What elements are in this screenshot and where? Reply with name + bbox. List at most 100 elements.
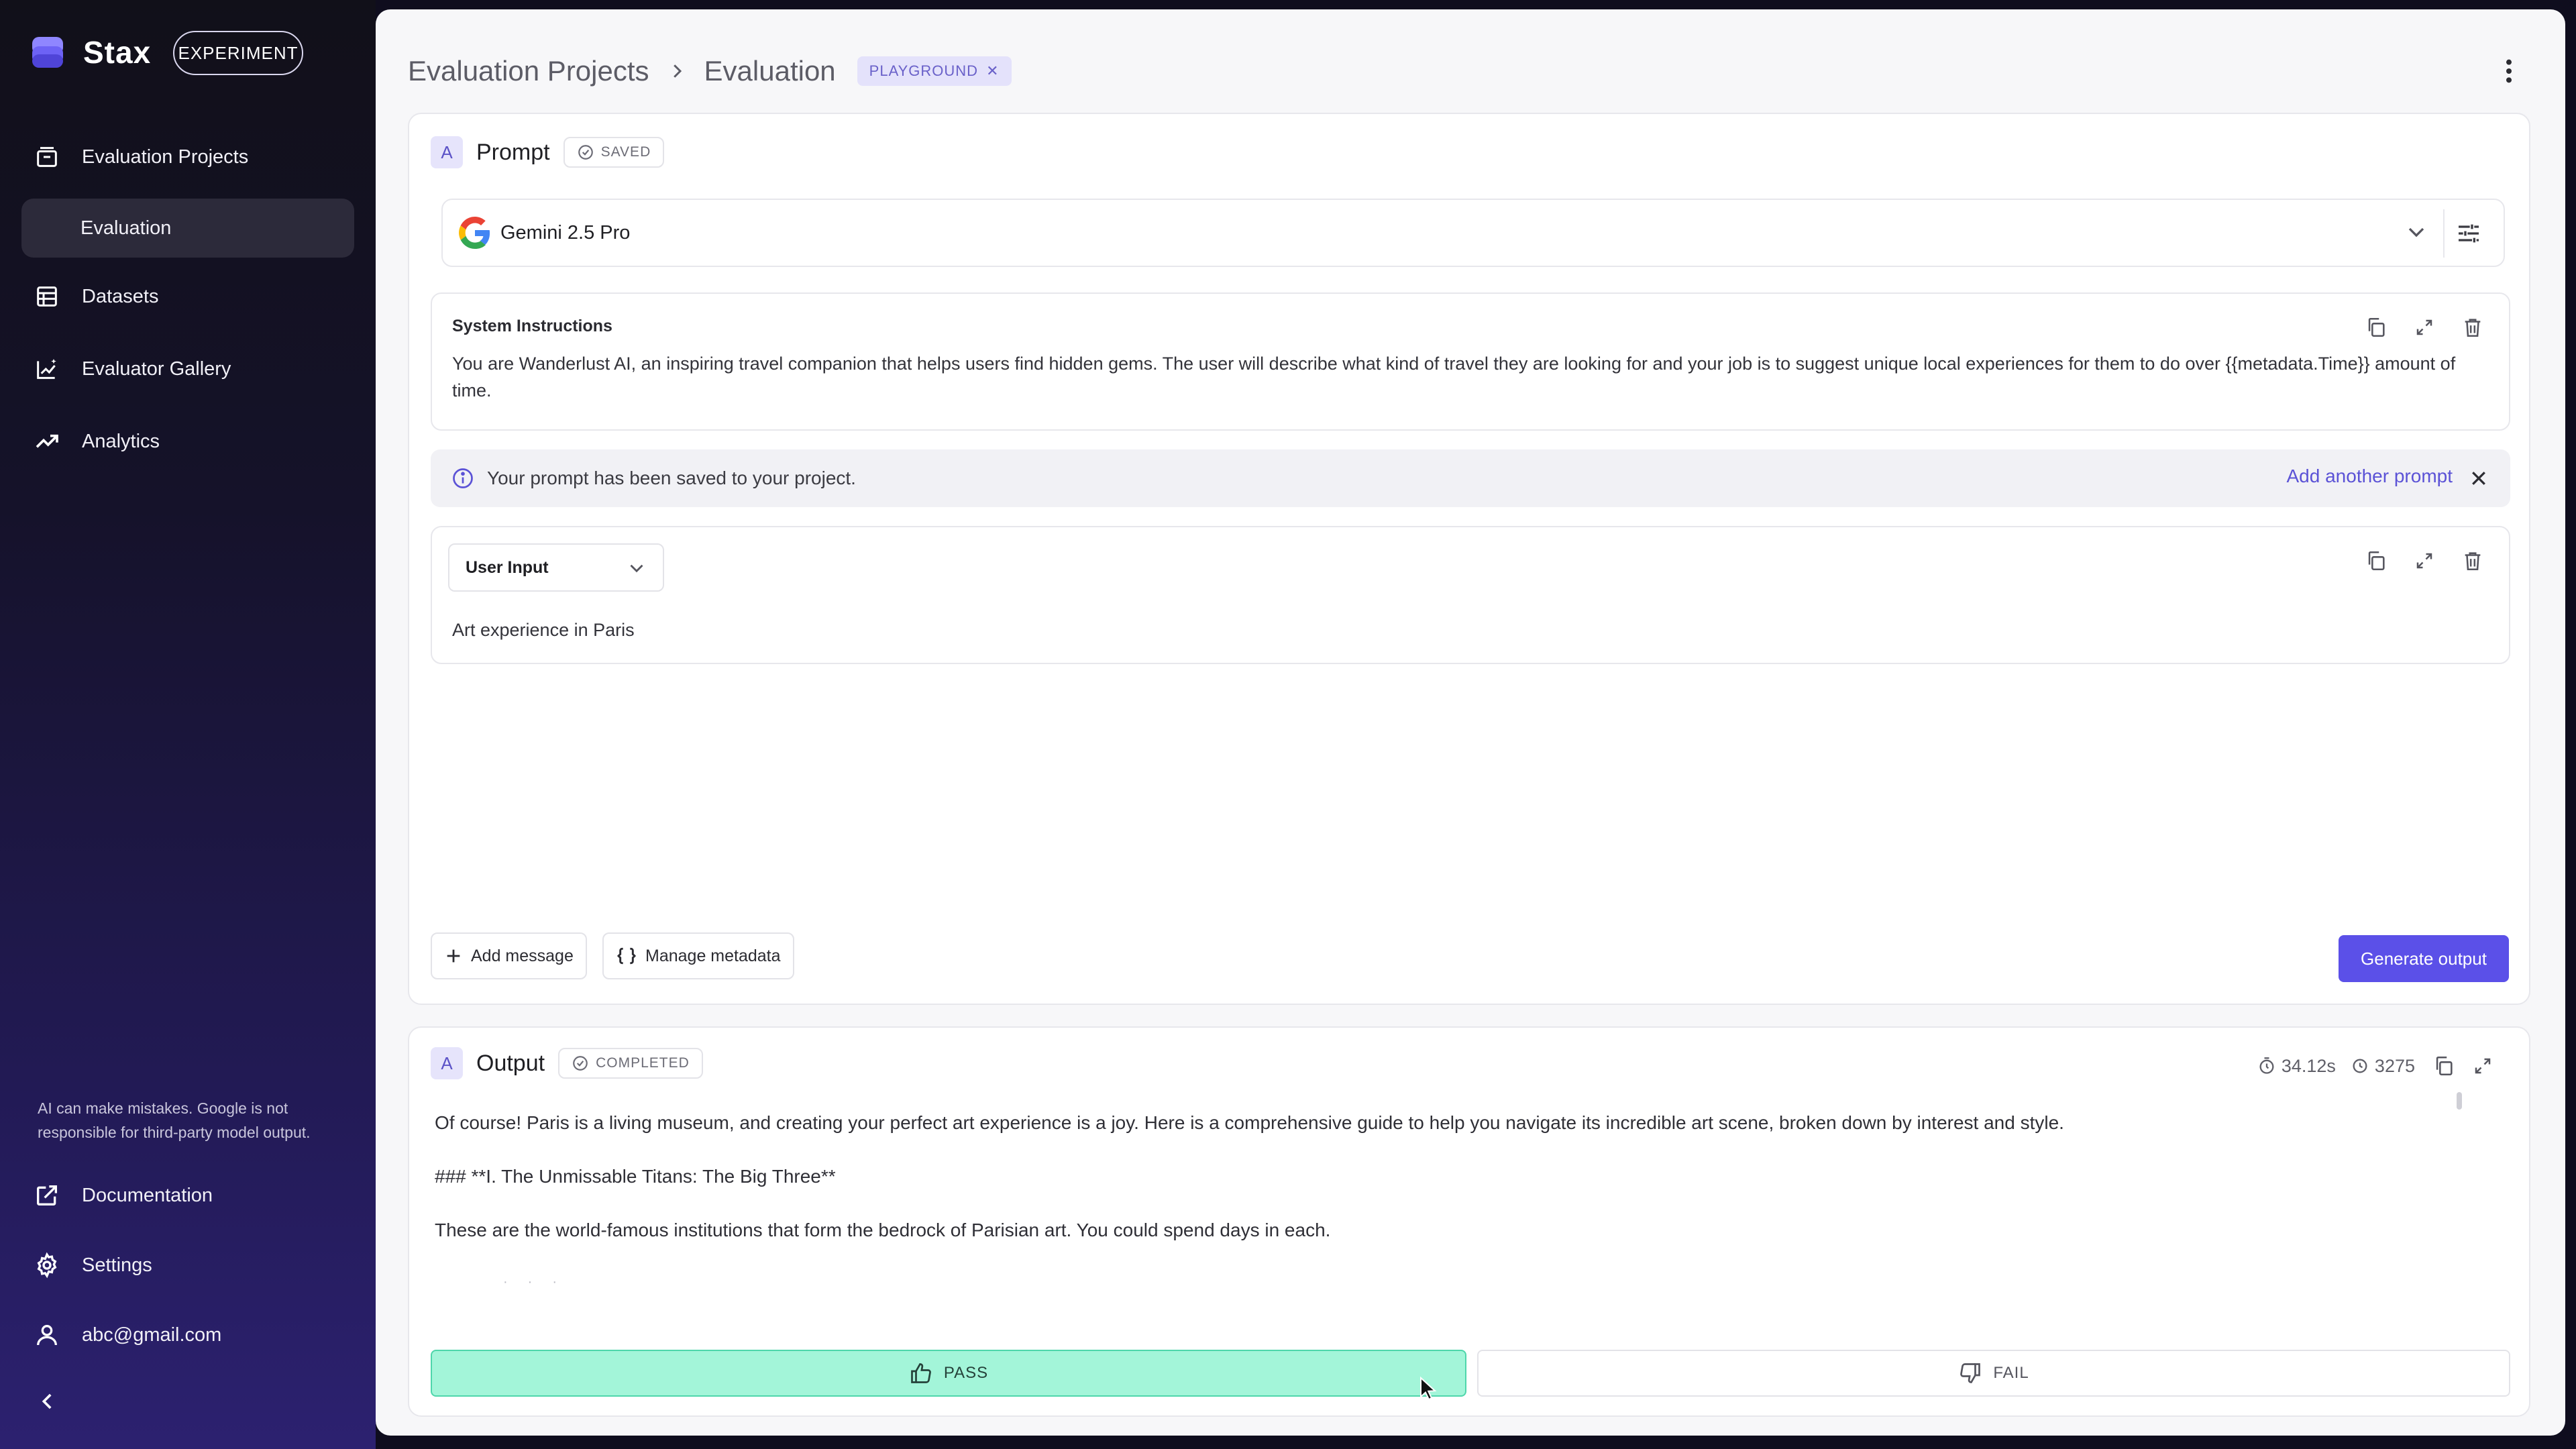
chevron-left-icon bbox=[42, 1393, 52, 1409]
expand-button[interactable] bbox=[2406, 309, 2443, 346]
status-label: SAVED bbox=[600, 144, 651, 160]
output-header: A Output COMPLETED bbox=[431, 1046, 703, 1080]
sidebar-item-evaluation[interactable]: Evaluation bbox=[21, 199, 354, 258]
chevron-right-icon bbox=[667, 61, 687, 81]
check-circle-icon bbox=[577, 144, 594, 161]
model-select[interactable]: Gemini 2.5 Pro bbox=[441, 199, 2505, 267]
thumbs-up-icon bbox=[911, 1363, 931, 1383]
sidebar: Stax EXPERIMENT Evaluation Projects Eval… bbox=[0, 0, 376, 1449]
add-another-prompt-link[interactable]: Add another prompt bbox=[2287, 466, 2453, 487]
trash-icon bbox=[2465, 319, 2481, 337]
more-options-button[interactable] bbox=[2493, 55, 2525, 87]
system-instructions[interactable]: System Instructions You are Wanderlust A… bbox=[431, 292, 2510, 431]
output-paragraph: Of course! Paris is a living museum, and… bbox=[435, 1112, 2064, 1133]
prompt-variant-badge: A bbox=[431, 136, 463, 168]
sidebar-item-documentation[interactable]: Documentation bbox=[21, 1166, 354, 1225]
output-paragraph: These are the world-famous institutions … bbox=[435, 1220, 1331, 1240]
app-name: Stax bbox=[83, 35, 152, 70]
breadcrumb: Evaluation Projects Evaluation PLAYGROUN… bbox=[408, 48, 1012, 94]
fail-button[interactable]: FAIL bbox=[1477, 1350, 2510, 1397]
output-card: A Output COMPLETED 34.12s 3275 Of course… bbox=[408, 1026, 2530, 1417]
close-banner-button[interactable] bbox=[2465, 464, 2493, 492]
delete-button[interactable] bbox=[2454, 309, 2491, 346]
role-label: User Input bbox=[466, 557, 549, 577]
output-variant-badge: A bbox=[431, 1047, 463, 1079]
token-count: 3275 bbox=[2351, 1056, 2415, 1077]
copy-icon bbox=[2368, 551, 2385, 571]
experiment-badge: EXPERIMENT bbox=[173, 31, 303, 75]
playground-label: PLAYGROUND bbox=[869, 62, 979, 79]
system-instructions-text[interactable]: You are Wanderlust AI, an inspiring trav… bbox=[452, 350, 2491, 404]
sidebar-item-label: Datasets bbox=[82, 285, 159, 307]
status-label: COMPLETED bbox=[596, 1055, 690, 1071]
expand-button[interactable] bbox=[2406, 542, 2443, 580]
output-title: Output bbox=[476, 1050, 545, 1076]
expand-icon bbox=[2475, 1058, 2491, 1074]
breadcrumb-evaluation-projects[interactable]: Evaluation Projects bbox=[408, 55, 649, 87]
brand[interactable]: Stax bbox=[30, 31, 151, 74]
braces-icon bbox=[616, 945, 637, 967]
status-badge: SAVED bbox=[563, 137, 665, 168]
model-settings-button[interactable] bbox=[2451, 216, 2486, 251]
message-role-select[interactable]: User Input bbox=[448, 543, 664, 592]
close-icon[interactable]: ✕ bbox=[986, 62, 999, 80]
fail-label: FAIL bbox=[1993, 1364, 2029, 1382]
pass-label: PASS bbox=[943, 1364, 989, 1382]
more-vert-icon bbox=[2506, 59, 2512, 83]
pass-button[interactable]: PASS bbox=[431, 1350, 1466, 1397]
main-panel: Evaluation Projects Evaluation PLAYGROUN… bbox=[376, 9, 2565, 1436]
trending-up-icon bbox=[28, 423, 66, 460]
latency-value: 34.12s bbox=[2281, 1055, 2336, 1076]
user-message-actions bbox=[2347, 542, 2491, 580]
model-name: Gemini 2.5 Pro bbox=[500, 221, 631, 244]
user-message-text[interactable]: Art experience in Paris bbox=[452, 620, 635, 641]
prompt-title: Prompt bbox=[476, 139, 550, 165]
breadcrumb-evaluation: Evaluation bbox=[704, 55, 836, 87]
expand-button[interactable] bbox=[2473, 1056, 2493, 1076]
chevron-down-icon bbox=[625, 557, 648, 584]
system-instructions-title: System Instructions bbox=[452, 317, 612, 335]
gear-icon bbox=[28, 1246, 66, 1284]
sidebar-item-label: Documentation bbox=[82, 1184, 213, 1206]
latency: 34.12s bbox=[2257, 1056, 2336, 1077]
output-paragraph: ### **I. The Unmissable Titans: The Big … bbox=[435, 1166, 836, 1187]
add-message-button[interactable]: Add message bbox=[431, 932, 587, 979]
output-scrollbar[interactable] bbox=[2457, 1092, 2462, 1110]
copy-button[interactable] bbox=[2432, 1055, 2455, 1077]
generate-output-button[interactable]: Generate output bbox=[2339, 935, 2509, 982]
sidebar-item-label: Evaluation Projects bbox=[82, 146, 249, 168]
sidebar-item-analytics[interactable]: Analytics bbox=[21, 412, 354, 471]
sidebar-item-account[interactable]: abc@gmail.com bbox=[21, 1305, 354, 1364]
archive-icon bbox=[28, 138, 66, 176]
sidebar-item-label: Evaluation bbox=[80, 217, 172, 239]
close-icon bbox=[2472, 472, 2485, 485]
divider bbox=[2443, 209, 2445, 258]
manage-metadata-button[interactable]: Manage metadata bbox=[602, 932, 794, 979]
prompt-card: A Prompt SAVED Gemini 2.5 Pro System Ins… bbox=[408, 113, 2530, 1005]
sidebar-item-settings[interactable]: Settings bbox=[21, 1236, 354, 1295]
add-message-label: Add message bbox=[471, 946, 574, 965]
user-message: User Input Art experience in Paris bbox=[431, 526, 2510, 664]
playground-tag: PLAYGROUND ✕ bbox=[857, 56, 1012, 86]
check-circle-icon bbox=[572, 1055, 589, 1072]
thumbs-down-icon bbox=[1960, 1363, 1981, 1383]
sidebar-item-evaluation-projects[interactable]: Evaluation Projects bbox=[21, 127, 354, 186]
ai-disclaimer: AI can make mistakes. Google is not resp… bbox=[38, 1099, 311, 1141]
timer-icon bbox=[2259, 1057, 2274, 1074]
tune-icon bbox=[2459, 224, 2479, 243]
sidebar-item-label: Evaluator Gallery bbox=[82, 358, 231, 380]
manage-metadata-label: Manage metadata bbox=[645, 946, 781, 965]
external-link-icon bbox=[28, 1177, 66, 1214]
info-icon bbox=[451, 466, 475, 490]
output-meta: 34.12s 3275 bbox=[2243, 1051, 2493, 1081]
copy-button[interactable] bbox=[2357, 309, 2395, 346]
trash-icon bbox=[2465, 552, 2481, 571]
delete-button[interactable] bbox=[2454, 542, 2491, 580]
collapse-sidebar-button[interactable] bbox=[31, 1385, 64, 1418]
google-logo-icon bbox=[459, 217, 490, 249]
sidebar-item-evaluator-gallery[interactable]: Evaluator Gallery bbox=[21, 339, 354, 398]
output-text[interactable]: Of course! Paris is a living museum, and… bbox=[435, 1111, 2474, 1272]
sidebar-item-datasets[interactable]: Datasets bbox=[21, 267, 354, 326]
copy-button[interactable] bbox=[2357, 542, 2395, 580]
copy-icon bbox=[2368, 317, 2385, 337]
